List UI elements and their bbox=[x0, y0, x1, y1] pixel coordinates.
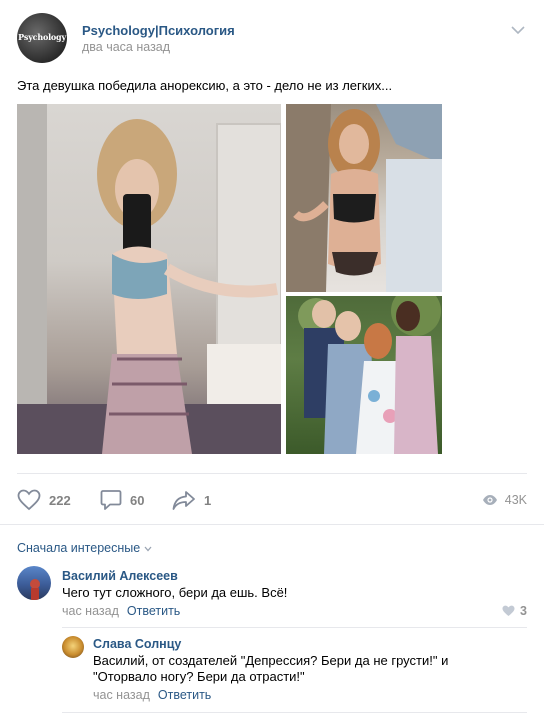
heart-icon bbox=[502, 605, 515, 616]
comments-sort[interactable]: Сначала интересные bbox=[17, 541, 152, 555]
comment: Василий Алексеев Чего тут сложного, бери… bbox=[17, 566, 527, 626]
like-count: 222 bbox=[49, 492, 71, 508]
share-button[interactable]: 1 bbox=[172, 488, 211, 512]
comment-author[interactable]: Василий Алексеев bbox=[62, 569, 178, 583]
chevron-down-icon[interactable] bbox=[511, 25, 525, 35]
avatar[interactable] bbox=[62, 636, 84, 658]
views-count: 43K bbox=[504, 493, 527, 507]
reply-button[interactable]: Ответить bbox=[158, 688, 211, 702]
eye-icon bbox=[482, 495, 497, 505]
post-actions: 222 60 1 43K bbox=[17, 488, 527, 512]
divider bbox=[17, 473, 527, 474]
post-time[interactable]: два часа назад bbox=[82, 40, 170, 54]
share-icon bbox=[172, 491, 195, 510]
comment-meta: час назад Ответить bbox=[93, 688, 211, 702]
post-author[interactable]: Psychology|Психология bbox=[82, 23, 235, 38]
comment-time[interactable]: час назад bbox=[62, 604, 119, 618]
reply-button[interactable]: Ответить bbox=[127, 604, 180, 618]
divider bbox=[62, 627, 527, 628]
wall-post: Psychology Psychology|Психология два час… bbox=[0, 0, 544, 715]
community-avatar[interactable]: Psychology bbox=[17, 13, 67, 63]
photo-grid bbox=[17, 104, 442, 454]
comment-meta: час назад Ответить bbox=[62, 604, 180, 618]
divider bbox=[0, 524, 544, 525]
chevron-down-icon bbox=[144, 546, 152, 552]
photo-wedding[interactable] bbox=[286, 296, 442, 454]
comment-like-button[interactable]: 3 bbox=[502, 604, 527, 618]
comment-count: 60 bbox=[130, 492, 145, 508]
avatar-logo-text: Psychology bbox=[18, 32, 66, 42]
comment-text: Василий, от создателей "Депрессия? Бери … bbox=[93, 653, 449, 684]
photo-beach[interactable] bbox=[286, 104, 442, 292]
comment-icon bbox=[100, 490, 122, 510]
sort-label: Сначала интересные bbox=[17, 541, 141, 555]
comment-text: Чего тут сложного, бери да ешь. Всё! bbox=[62, 585, 288, 600]
post-text: Эта девушка победила анорексию, а это - … bbox=[17, 78, 393, 93]
avatar[interactable] bbox=[17, 566, 51, 600]
comment-like-count: 3 bbox=[520, 604, 527, 618]
comment-time[interactable]: час назад bbox=[93, 688, 150, 702]
views-counter: 43K bbox=[482, 488, 527, 512]
share-count: 1 bbox=[204, 492, 212, 508]
post-header: Psychology Psychology|Психология два час… bbox=[17, 13, 527, 63]
divider bbox=[62, 712, 527, 713]
comment-author[interactable]: Слава Солнцу bbox=[93, 637, 181, 651]
photo-main[interactable] bbox=[17, 104, 281, 454]
comment-button[interactable]: 60 bbox=[100, 488, 144, 512]
comment-reply: Слава Солнцу Василий, от создателей "Деп… bbox=[62, 636, 527, 708]
heart-icon bbox=[17, 489, 41, 511]
like-button[interactable]: 222 bbox=[17, 488, 71, 512]
